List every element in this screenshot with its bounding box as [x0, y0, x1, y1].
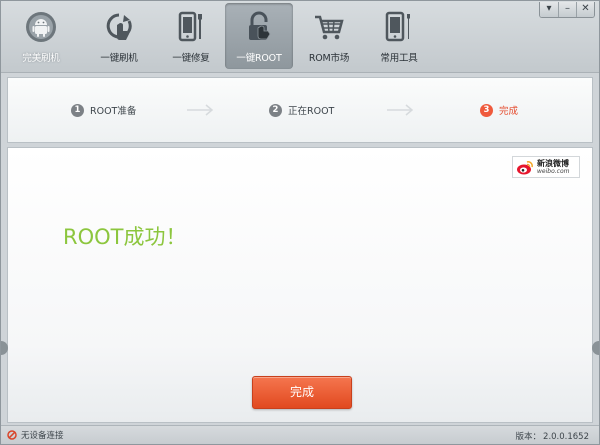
lock-icon — [249, 11, 271, 40]
close-button[interactable]: ✕ — [576, 2, 594, 17]
device-status-text: 无设备连接 — [21, 431, 64, 441]
cart-icon — [315, 15, 344, 40]
tool-label: 完美刷机 — [22, 53, 60, 64]
done-button[interactable]: 完成 — [252, 376, 352, 409]
tools-phone-icon — [385, 11, 410, 42]
refresh-phone-icon — [106, 13, 132, 40]
tool-perfect-flash[interactable]: 完美刷机 — [7, 3, 75, 69]
app-window: 完美刷机 一键刷机 一键修复 一键ROOT ROM市场 常用工具 ▾ – ✕ 1… — [0, 0, 600, 445]
arrow-right-icon — [187, 104, 214, 116]
success-message: ROOT成功！ — [63, 225, 187, 249]
step-label: 正在ROOT — [288, 106, 335, 117]
tool-label: 一键修复 — [172, 53, 210, 64]
step-number: 1 — [71, 103, 84, 117]
tool-label: 一键刷机 — [100, 53, 138, 64]
step-3: 3 完成 — [480, 103, 518, 117]
right-resize-handle[interactable] — [592, 341, 599, 355]
step-number: 3 — [480, 103, 493, 117]
arrow-right-icon — [387, 104, 414, 116]
no-device-icon — [7, 430, 17, 440]
window-controls: ▾ – ✕ — [539, 2, 595, 18]
step-label: 完成 — [499, 106, 519, 117]
version-info: 版本： 2.0.0.1652 — [514, 430, 589, 442]
step-number: 2 — [269, 103, 282, 117]
progress-steps: 1 ROOT准备 2 正在ROOT 3 完成 — [7, 77, 593, 143]
step-1: 1 ROOT准备 — [71, 103, 136, 117]
step-label: ROOT准备 — [90, 106, 137, 117]
step-2: 2 正在ROOT — [269, 103, 334, 117]
tool-one-click-root[interactable]: 一键ROOT — [225, 3, 293, 69]
android-icon — [26, 12, 56, 42]
status-bar: 无设备连接 版本： 2.0.0.1652 — [1, 425, 599, 444]
minimize-button[interactable]: – — [558, 2, 576, 17]
weibo-share-button[interactable]: 新浪微博 weibo.com — [512, 156, 580, 178]
tool-label: 一键ROOT — [236, 53, 282, 64]
content-panel: 新浪微博 weibo.com ROOT成功！ 完成 — [7, 147, 593, 423]
tool-label: 常用工具 — [380, 53, 418, 64]
tool-label: ROM市场 — [308, 53, 350, 64]
main-toolbar: 完美刷机 一键刷机 一键修复 一键ROOT ROM市场 常用工具 ▾ – ✕ — [1, 1, 599, 73]
tool-one-click-repair[interactable]: 一键修复 — [157, 3, 225, 69]
tool-one-click-flash[interactable]: 一键刷机 — [85, 3, 153, 69]
device-status: 无设备连接 — [7, 429, 64, 441]
weibo-label: 新浪微博 — [537, 158, 569, 168]
tool-common-tools[interactable]: 常用工具 — [365, 3, 433, 69]
weibo-url: weibo.com — [537, 167, 570, 175]
version-label: 版本： — [515, 432, 542, 442]
tool-rom-market[interactable]: ROM市场 — [295, 3, 363, 69]
repair-phone-icon — [178, 11, 202, 42]
weibo-icon — [517, 160, 533, 174]
menu-button[interactable]: ▾ — [540, 2, 558, 17]
version-number: 2.0.0.1652 — [543, 432, 589, 442]
